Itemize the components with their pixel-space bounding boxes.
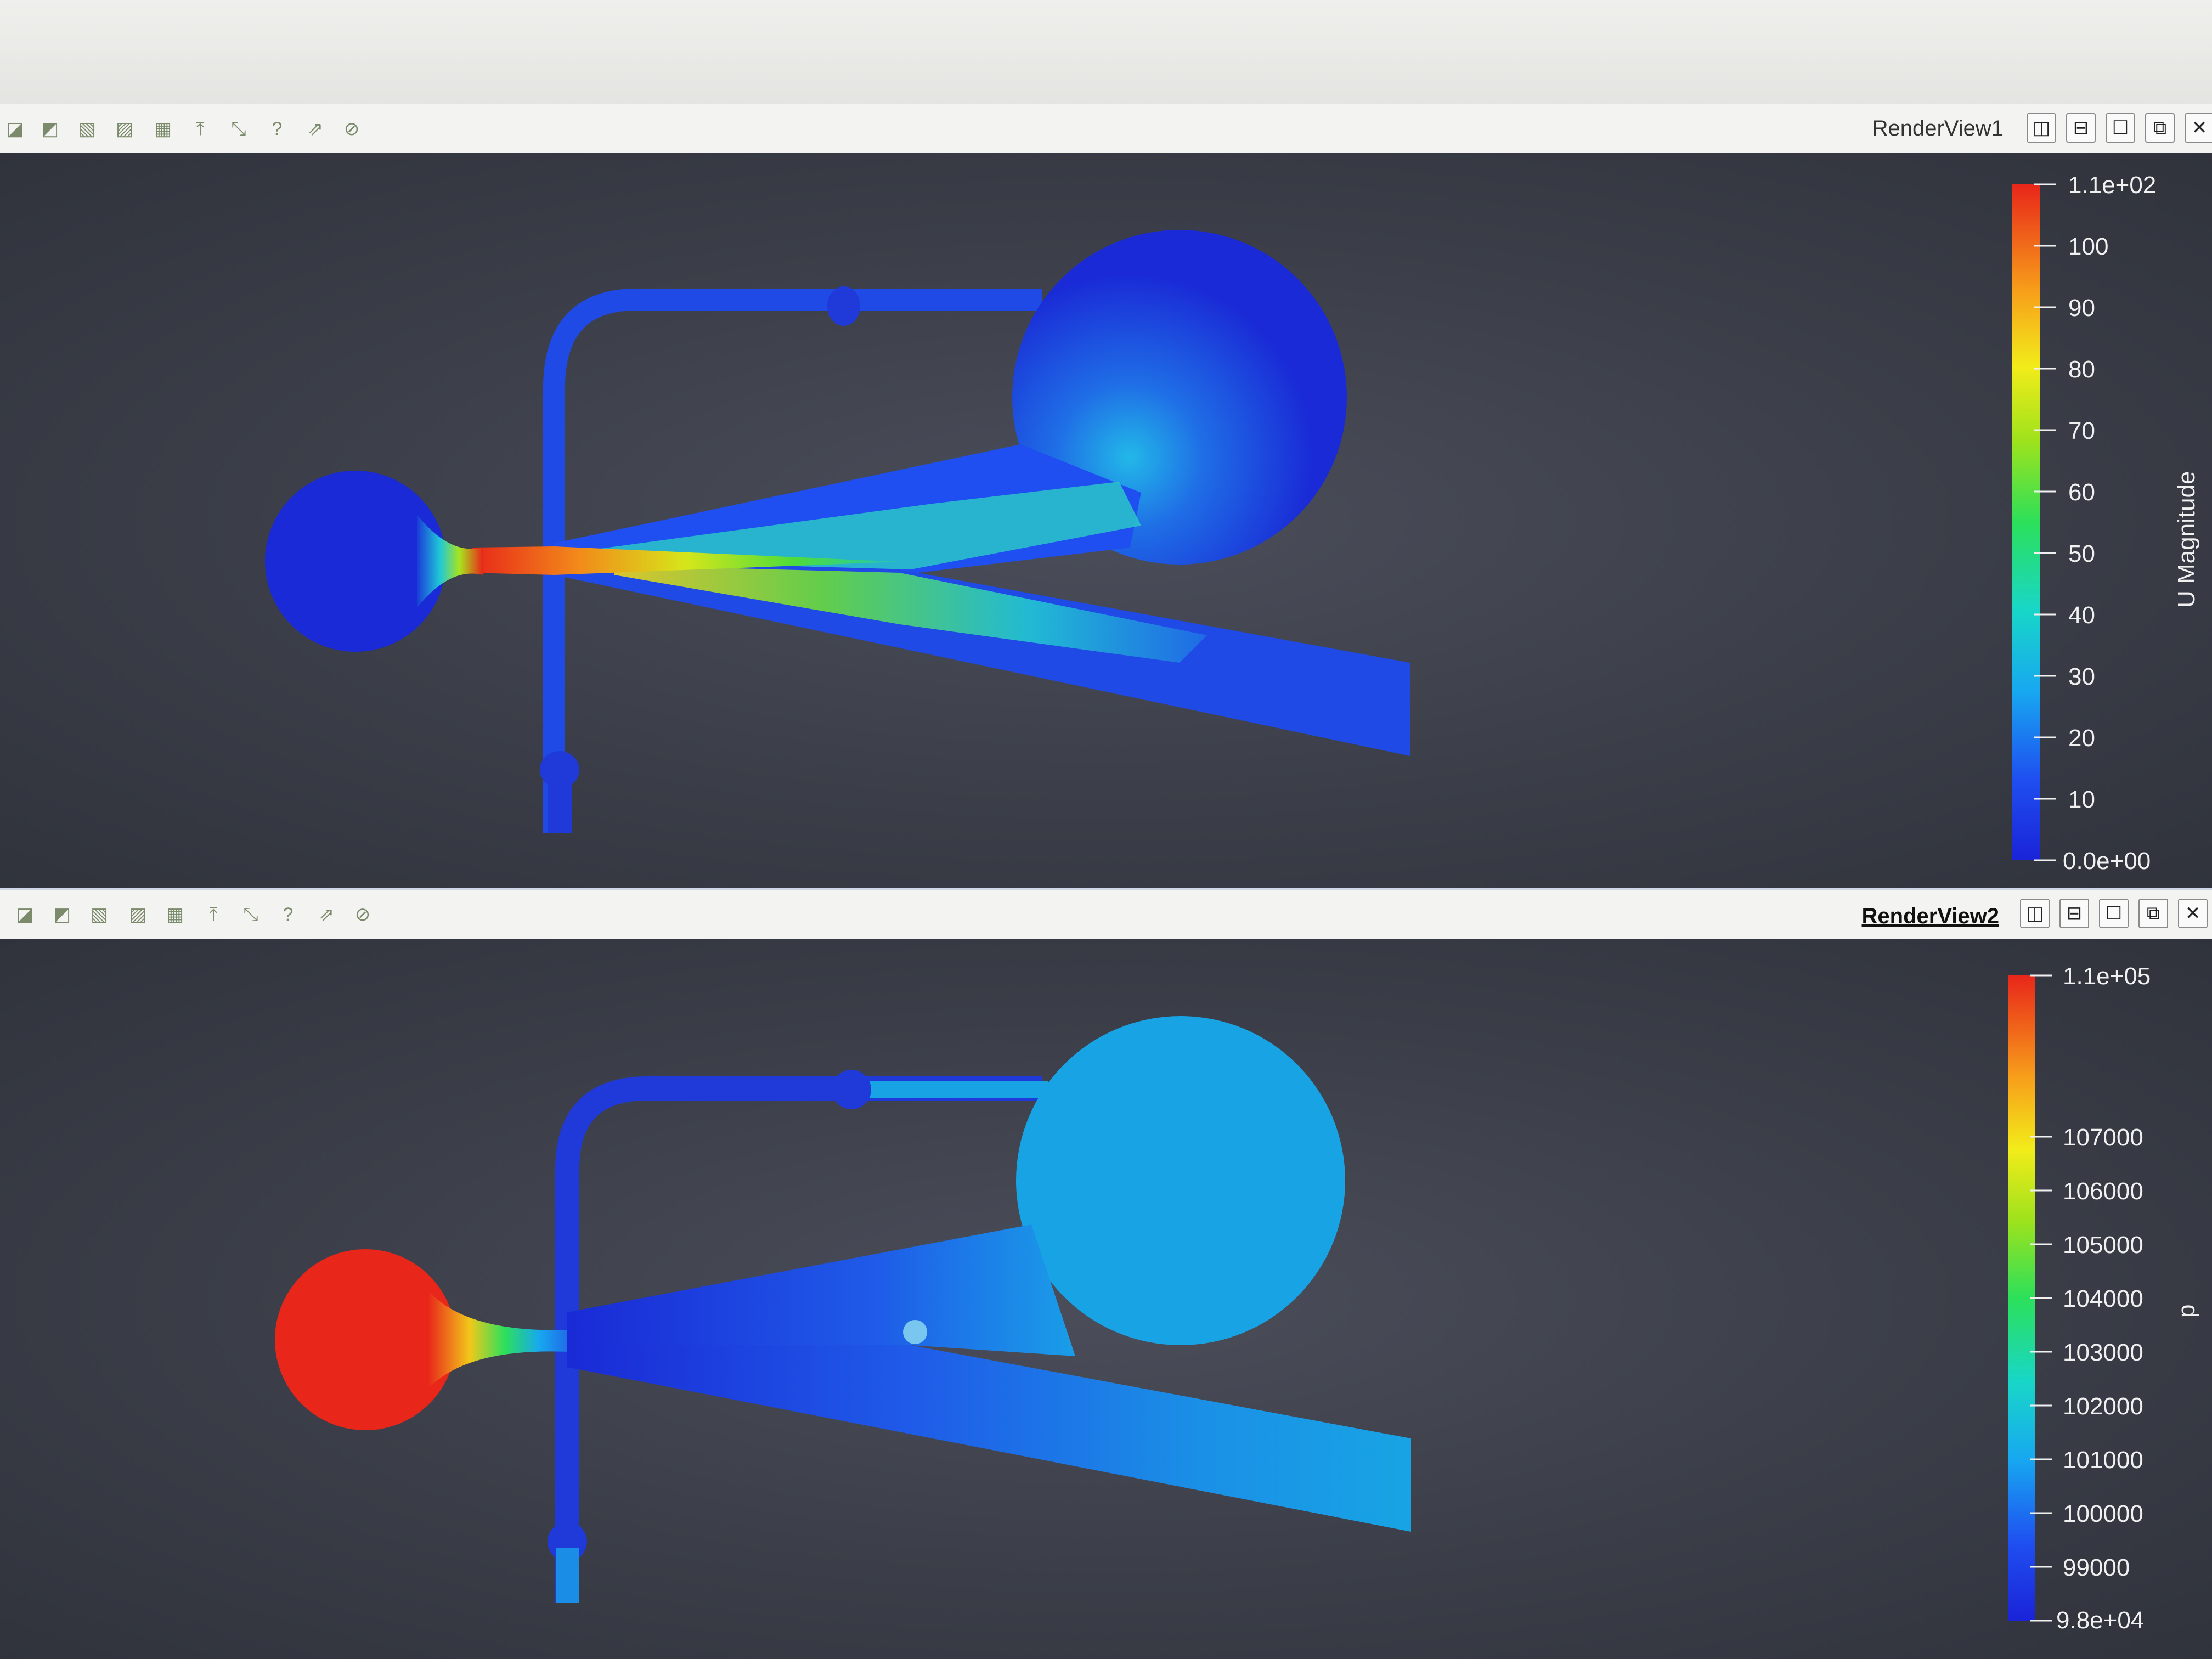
pressure-scalar-bar: 1.1e+05 9.8e+04 107000 106000 105000 104000… [2030, 963, 2200, 1634]
restore-icon[interactable]: ⧉ [2138, 899, 2168, 928]
maximize-icon[interactable]: ☐ [2099, 899, 2129, 928]
select-cells-frustum-icon[interactable]: ▧ [88, 903, 111, 926]
right-reservoir [1016, 1016, 1345, 1345]
close-icon[interactable]: ✕ [2178, 899, 2208, 928]
lower-branch [554, 558, 1410, 756]
hover-query-icon[interactable]: ? [276, 903, 300, 926]
left-neck [417, 515, 483, 608]
lower-branch [567, 1345, 1411, 1532]
split-vertical-icon[interactable]: ⊟ [2059, 899, 2089, 928]
select-block-icon[interactable]: ▦ [151, 117, 174, 140]
interactive-select-icon[interactable]: ⤒ [202, 903, 225, 926]
scalar-bar-tick-label: 104000 [2063, 1285, 2143, 1312]
velocity-field-visualization: 1.1e+02 0.0e+00 100 90 80 70 60 50 40 30 20 10 U … [265, 172, 2200, 874]
top-pipe-valve [827, 286, 860, 326]
select-cells-frustum-icon[interactable]: ▧ [76, 117, 99, 140]
scalar-bar-tick-label: 10 [2068, 786, 2095, 813]
render-view-2-canvas[interactable]: 1.1e+05 9.8e+04 107000 106000 105000 104000… [0, 939, 2212, 1659]
render-view-1-title: RenderView1 [1872, 116, 2004, 140]
scalar-bar-max-label: 1.1e+02 [2068, 172, 2156, 199]
select-points-icon[interactable]: ◩ [38, 117, 61, 140]
split-horizontal-icon[interactable]: ◫ [2027, 113, 2056, 143]
interactive-select-icon[interactable]: ⤒ [189, 117, 212, 140]
top-pipe-segment [850, 1081, 1048, 1098]
bottom-outlet [556, 1548, 579, 1603]
maximize-icon[interactable]: ☐ [2106, 113, 2135, 143]
scalar-bar-title: U Magnitude [2173, 471, 2200, 608]
select-points-icon[interactable]: ◩ [50, 903, 74, 926]
select-points-frustum-icon[interactable]: ▨ [113, 117, 136, 140]
scalar-bar-tick-label: 70 [2068, 417, 2095, 444]
select-cells-icon[interactable]: ◪ [3, 117, 26, 140]
scalar-bar-min-label: 0.0e+00 [2063, 848, 2151, 874]
clear-selection-icon[interactable]: ⊘ [340, 117, 363, 140]
render-view-2-title: RenderView2 [1861, 904, 2000, 928]
scalar-bar-tick-label: 80 [2068, 356, 2095, 383]
select-cells-icon[interactable]: ◪ [13, 903, 36, 926]
render-view-1-toolbar: ◪ ◩ ▧ ▨ ▦ ⤒ ⤡ ? ⇗ ⊘ RenderView1 ◫ ⊟ ☐ ⧉ … [0, 104, 2212, 154]
bottom-outlet [548, 778, 572, 833]
scalar-bar-tick-label: 105000 [2063, 1232, 2143, 1259]
scalar-bar-min-label: 9.8e+04 [2056, 1607, 2144, 1634]
scalar-bar-tick-label: 107000 [2063, 1124, 2143, 1151]
pick-icon[interactable]: ⇗ [315, 903, 338, 926]
scalar-bar-tick-label: 60 [2068, 479, 2095, 506]
scalar-bar-tick-label: 100 [2068, 233, 2108, 260]
top-pipe-valve [832, 1070, 871, 1109]
scalar-bar-tick-label: 100000 [2063, 1500, 2143, 1527]
scalar-bar-tick-label: 103000 [2063, 1339, 2143, 1366]
clear-selection-icon[interactable]: ⊘ [351, 903, 374, 926]
select-points-frustum-icon[interactable]: ▨ [126, 903, 149, 926]
pressure-field-visualization: 1.1e+05 9.8e+04 107000 106000 105000 104000… [275, 963, 2200, 1634]
scalar-bar-tick-label: 99000 [2063, 1554, 2130, 1581]
u-magnitude-color-bar [2012, 184, 2040, 860]
restore-icon[interactable]: ⧉ [2145, 113, 2175, 143]
scalar-bar-title: p [2173, 1305, 2200, 1318]
scalar-bar-tick-label: 40 [2068, 602, 2095, 629]
hover-points-icon[interactable]: ⤡ [227, 117, 250, 140]
scalar-bar-tick-label: 102000 [2063, 1393, 2143, 1420]
split-vertical-icon[interactable]: ⊟ [2066, 113, 2096, 143]
upper-branch [567, 1224, 1075, 1356]
render-view-2-toolbar: ◪ ◩ ▧ ▨ ▦ ⤒ ⤡ ? ⇗ ⊘ RenderView2 ◫ ⊟ ☐ ⧉ … [0, 888, 2212, 941]
split-horizontal-icon[interactable]: ◫ [2020, 899, 2050, 928]
u-magnitude-scalar-bar: 1.1e+02 0.0e+00 100 90 80 70 60 50 40 30 20 10 U … [2034, 172, 2200, 874]
scalar-bar-tick-label: 50 [2068, 540, 2095, 567]
scalar-bar-tick-label: 106000 [2063, 1178, 2143, 1205]
scalar-bar-tick-label: 101000 [2063, 1447, 2143, 1474]
render-view-1-canvas[interactable]: 1.1e+02 0.0e+00 100 90 80 70 60 50 40 30 20 10 U … [0, 153, 2212, 888]
scalar-bar-tick-label: 20 [2068, 725, 2095, 752]
select-block-icon[interactable]: ▦ [163, 903, 187, 926]
close-icon[interactable]: ✕ [2185, 113, 2212, 143]
application-header-strip [0, 0, 2212, 105]
scalar-bar-tick-label: 90 [2068, 295, 2095, 321]
scalar-bar-max-label: 1.1e+05 [2063, 963, 2151, 990]
hover-points-icon[interactable]: ⤡ [239, 903, 262, 926]
hover-query-icon[interactable]: ? [266, 117, 289, 140]
stagnation-point [903, 1320, 927, 1344]
scalar-bar-tick-label: 30 [2068, 663, 2095, 690]
pick-icon[interactable]: ⇗ [304, 117, 327, 140]
